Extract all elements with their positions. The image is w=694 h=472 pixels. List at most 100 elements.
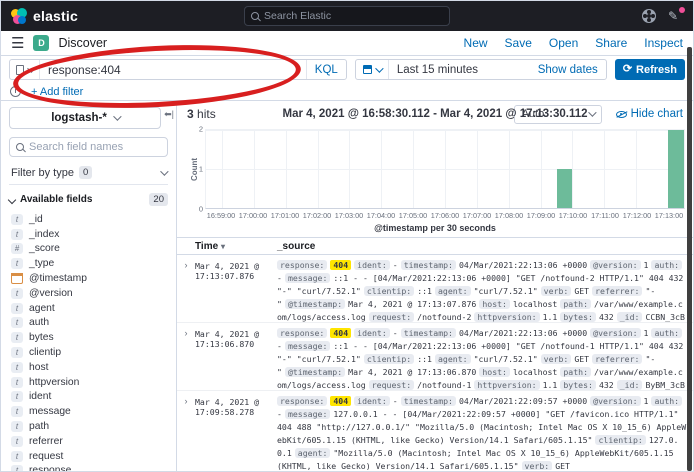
source-field-badge: path: bbox=[560, 367, 591, 377]
collapse-sidebar-icon[interactable]: ⬅| bbox=[164, 109, 174, 120]
source-value: ::1 bbox=[417, 354, 432, 364]
string-field-icon: t bbox=[11, 362, 23, 373]
field-item-request[interactable]: trequest bbox=[9, 449, 168, 464]
source-value: - bbox=[277, 409, 282, 419]
x-axis-ticks: 16:59:0017:00:0017:01:0017:02:0017:03:00… bbox=[205, 211, 685, 221]
source-field-badge: ident: bbox=[354, 328, 390, 338]
time-column-header[interactable]: Time ▾ bbox=[177, 241, 277, 252]
chart-plot-area[interactable] bbox=[205, 129, 685, 209]
x-tick-label: 17:06:00 bbox=[431, 211, 459, 220]
field-item-referrer[interactable]: treferrer bbox=[9, 434, 168, 449]
index-pattern-selector[interactable]: logstash-* bbox=[9, 107, 161, 129]
field-search-input[interactable] bbox=[29, 141, 161, 153]
field-item-auth[interactable]: tauth bbox=[9, 316, 168, 331]
field-item-message[interactable]: tmessage bbox=[9, 404, 168, 419]
source-field-badge: response: bbox=[277, 396, 327, 406]
help-icon[interactable] bbox=[642, 9, 656, 23]
histogram-chart: Count 210 16:59:0017:00:0017:01:0017:02:… bbox=[185, 129, 685, 233]
user-avatar[interactable]: ✎ bbox=[668, 9, 683, 24]
field-item-httpversion[interactable]: t httpversion bbox=[9, 375, 168, 390]
field-item-ident[interactable]: tident bbox=[9, 390, 168, 405]
source-value: GET bbox=[574, 354, 589, 364]
brand-name: elastic bbox=[33, 8, 78, 24]
field-name: path bbox=[29, 421, 49, 432]
source-value: ::1 bbox=[417, 286, 432, 296]
field-name: _id bbox=[29, 214, 43, 225]
elastic-logo[interactable]: elastic bbox=[11, 8, 78, 24]
source-field-badge: @timestamp: bbox=[285, 367, 345, 377]
x-tick-label: 16:59:00 bbox=[207, 211, 235, 220]
field-name: _type bbox=[29, 258, 54, 269]
string-field-icon: t bbox=[11, 332, 23, 343]
filter-by-type[interactable]: Filter by type 0 bbox=[9, 165, 168, 185]
field-item-response[interactable]: tresponse bbox=[9, 464, 168, 472]
filter-history-icon[interactable] bbox=[10, 86, 21, 97]
field-item-_index[interactable]: t_index bbox=[9, 227, 168, 242]
refresh-button[interactable]: ⟳ Refresh bbox=[615, 59, 685, 80]
string-field-icon: t bbox=[11, 377, 23, 388]
x-tick-label: 17:07:00 bbox=[463, 211, 491, 220]
quick-select-button[interactable] bbox=[356, 60, 389, 79]
menu-icon[interactable]: ☰ bbox=[11, 36, 24, 51]
appbar-action-inspect[interactable]: Inspect bbox=[644, 36, 683, 50]
histogram-bar-17:09:30[interactable] bbox=[557, 169, 573, 208]
field-item-@timestamp[interactable]: @timestamp bbox=[9, 271, 168, 286]
refresh-icon: ⟳ bbox=[623, 64, 632, 75]
x-tick-label: 17:11:00 bbox=[591, 211, 619, 220]
time-range-value[interactable]: Last 15 minutes bbox=[389, 64, 538, 76]
page-scrollbar[interactable] bbox=[687, 47, 692, 471]
query-input-box[interactable]: KQL bbox=[9, 59, 347, 80]
field-item-_score[interactable]: #_score bbox=[9, 242, 168, 257]
source-field-badge: _id: bbox=[617, 380, 643, 390]
string-field-icon: t bbox=[11, 258, 23, 269]
field-item-_id[interactable]: t_id bbox=[9, 212, 168, 227]
gridline bbox=[206, 130, 684, 131]
source-field-badge: auth: bbox=[651, 396, 682, 406]
add-filter-link[interactable]: + Add filter bbox=[31, 86, 83, 98]
source-value: localhost bbox=[513, 367, 557, 377]
discover-app-badge: D bbox=[33, 35, 49, 51]
global-search-input[interactable] bbox=[264, 10, 443, 22]
global-search-box[interactable] bbox=[244, 6, 450, 26]
saved-query-menu-button[interactable] bbox=[10, 60, 40, 79]
string-field-icon: t bbox=[11, 347, 23, 358]
field-name: request bbox=[29, 451, 63, 462]
expand-row-icon[interactable]: › bbox=[177, 395, 195, 467]
expand-row-icon[interactable]: › bbox=[177, 327, 195, 387]
available-fields-header[interactable]: Available fields 20 bbox=[9, 193, 168, 206]
x-tick-label: 17:00:00 bbox=[239, 211, 267, 220]
field-item-host[interactable]: thost bbox=[9, 360, 168, 375]
field-item-bytes[interactable]: tbytes bbox=[9, 330, 168, 345]
source-value: GET bbox=[574, 286, 589, 296]
y-tick-label: 1 bbox=[199, 165, 203, 174]
field-name: host bbox=[29, 362, 48, 373]
appbar-action-open[interactable]: Open bbox=[549, 36, 578, 50]
query-language-button[interactable]: KQL bbox=[306, 60, 346, 79]
histogram-bar-17:13:00[interactable] bbox=[668, 130, 684, 208]
x-tick-label: 17:12:00 bbox=[623, 211, 651, 220]
field-search-box[interactable] bbox=[9, 137, 168, 157]
appbar-action-share[interactable]: Share bbox=[595, 36, 627, 50]
appbar-action-save[interactable]: Save bbox=[505, 36, 532, 50]
row-time: Mar 4, 2021 @ 17:13:06.870 bbox=[195, 327, 277, 387]
chevron-down-icon bbox=[160, 167, 168, 175]
row-source: response:404ident:-timestamp:04/Mar/2021… bbox=[277, 327, 693, 387]
query-input[interactable] bbox=[40, 63, 306, 77]
field-item-_type[interactable]: t _type bbox=[9, 256, 168, 271]
source-value: 04/Mar/2021:22:13:06 +0000 bbox=[459, 328, 587, 338]
field-item-path[interactable]: tpath bbox=[9, 419, 168, 434]
show-dates-link[interactable]: Show dates bbox=[538, 64, 606, 76]
hide-chart-link[interactable]: Hide chart bbox=[616, 108, 683, 120]
appbar-action-new[interactable]: New bbox=[464, 36, 488, 50]
field-item-@version[interactable]: t@version bbox=[9, 286, 168, 301]
field-name: httpversion bbox=[29, 377, 79, 388]
field-name: message bbox=[29, 406, 71, 417]
field-item-agent[interactable]: tagent bbox=[9, 301, 168, 316]
source-field-badge: httpversion: bbox=[474, 312, 539, 322]
table-row: ›Mar 4, 2021 @ 17:13:06.870response:404i… bbox=[177, 323, 693, 391]
source-field-badge: agent: bbox=[295, 448, 331, 458]
field-item-clientip[interactable]: tclientip bbox=[9, 345, 168, 360]
highlighted-value: 404 bbox=[330, 328, 351, 338]
source-field-badge: timestamp: bbox=[401, 260, 456, 270]
expand-row-icon[interactable]: › bbox=[177, 259, 195, 319]
